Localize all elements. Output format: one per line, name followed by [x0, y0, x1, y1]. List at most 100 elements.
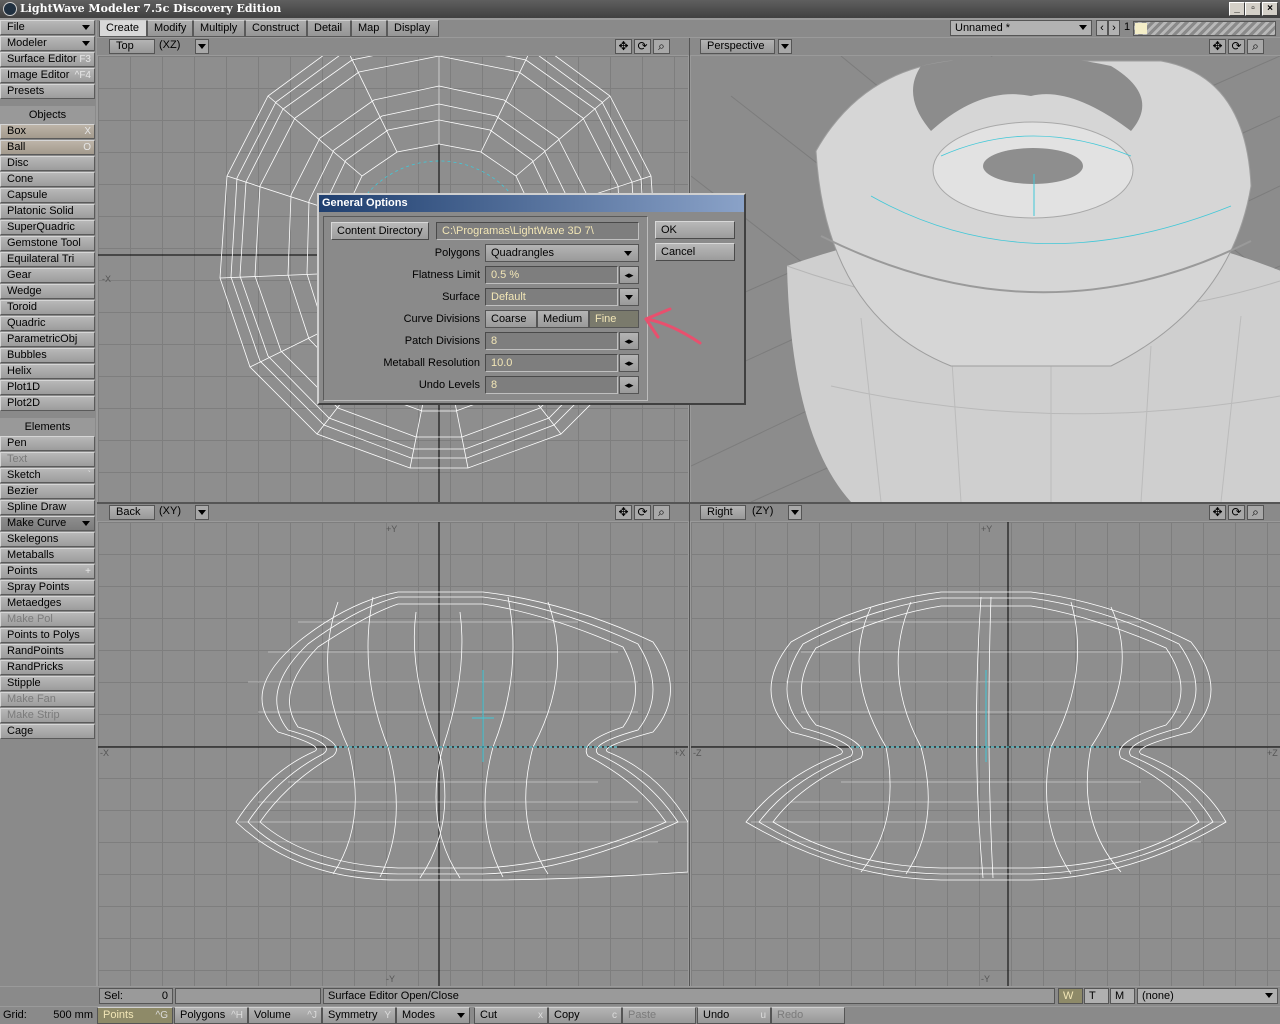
undo-button[interactable]: Undo u — [697, 1007, 771, 1024]
tool-bubbles-button[interactable]: Bubbles — [0, 348, 95, 363]
undo-levels-field[interactable]: 8 — [485, 376, 618, 394]
points-mode-button[interactable]: Points ^G — [97, 1007, 173, 1024]
tool-gear-button[interactable]: Gear — [0, 268, 95, 283]
w-button[interactable]: W — [1058, 988, 1083, 1004]
tool-plot2d-button[interactable]: Plot2D — [0, 396, 95, 411]
tab-modify[interactable]: Modify — [147, 20, 193, 37]
tab-display[interactable]: Display — [387, 20, 439, 37]
tool-platonic-solid-button[interactable]: Platonic Solid — [0, 204, 95, 219]
tool-gemstone-tool-button[interactable]: Gemstone Tool — [0, 236, 95, 251]
metaball-resolution-stepper[interactable]: ◂▸ — [619, 354, 639, 372]
surface-dropdown[interactable] — [619, 288, 639, 306]
surface-field[interactable]: Default — [485, 288, 618, 306]
tool-superquadric-button[interactable]: SuperQuadric — [0, 220, 95, 235]
m-button[interactable]: M — [1110, 988, 1135, 1004]
viewport-divider-horizontal[interactable] — [97, 502, 1280, 504]
cancel-button[interactable]: Cancel — [655, 243, 735, 261]
view-type-dropdown[interactable] — [778, 39, 792, 54]
zoom-icon[interactable]: ⌕ — [1247, 505, 1264, 520]
tool-box-button[interactable]: Box X — [0, 124, 95, 139]
rotate-icon[interactable]: ⟳ — [634, 39, 651, 54]
perspective-view-name[interactable]: Perspective — [700, 39, 775, 54]
tool-randpricks-button[interactable]: RandPricks — [0, 660, 95, 675]
layer-buttons[interactable] — [1133, 21, 1276, 36]
tool-stipple-button[interactable]: Stipple — [0, 676, 95, 691]
polygons-select[interactable]: Quadrangles — [485, 244, 639, 262]
move-icon[interactable]: ✥ — [615, 39, 632, 54]
content-directory-button[interactable]: Content Directory — [331, 222, 429, 240]
tab-create[interactable]: Create — [99, 20, 147, 37]
view-type-dropdown[interactable] — [195, 505, 209, 520]
next-layer-button[interactable]: › — [1108, 20, 1120, 36]
rotate-icon[interactable]: ⟳ — [1228, 505, 1245, 520]
move-icon[interactable]: ✥ — [1209, 39, 1226, 54]
patch-divisions-field[interactable]: 8 — [485, 332, 618, 350]
tool-ball-button[interactable]: Ball O — [0, 140, 95, 155]
tool-bezier-button[interactable]: Bezier — [0, 484, 95, 499]
rotate-icon[interactable]: ⟳ — [1228, 39, 1245, 54]
curve-fine-option[interactable]: Fine — [589, 310, 639, 328]
tool-make-strip-button[interactable]: Make Strip — [0, 708, 95, 723]
image-editor-button[interactable]: Image Editor ^F4 — [0, 68, 95, 83]
tool-skelegons-button[interactable]: Skelegons — [0, 532, 95, 547]
view-type-dropdown[interactable] — [195, 39, 209, 54]
close-button[interactable]: × — [1262, 2, 1278, 16]
tool-disc-button[interactable]: Disc — [0, 156, 95, 171]
tool-sketch-button[interactable]: Sketch ` — [0, 468, 95, 483]
tool-wedge-button[interactable]: Wedge — [0, 284, 95, 299]
flatness-stepper[interactable]: ◂▸ — [619, 266, 639, 284]
surface-select[interactable]: (none) — [1137, 988, 1278, 1004]
redo-button[interactable]: Redo — [771, 1007, 845, 1024]
tool-spray-points-button[interactable]: Spray Points — [0, 580, 95, 595]
tool-randpoints-button[interactable]: RandPoints — [0, 644, 95, 659]
back-view-name[interactable]: Back — [109, 505, 155, 520]
tool-cone-button[interactable]: Cone — [0, 172, 95, 187]
view-type-dropdown[interactable] — [788, 505, 802, 520]
tool-cage-button[interactable]: Cage — [0, 724, 95, 739]
zoom-icon[interactable]: ⌕ — [653, 39, 670, 54]
file-menu[interactable]: File — [0, 20, 95, 35]
modeler-menu[interactable]: Modeler — [0, 36, 95, 51]
tab-detail[interactable]: Detail — [307, 20, 351, 37]
tab-multiply[interactable]: Multiply — [193, 20, 245, 37]
perspective-viewport[interactable] — [691, 56, 1280, 502]
tool-quadric-button[interactable]: Quadric — [0, 316, 95, 331]
volume-mode-button[interactable]: Volume ^J — [248, 1007, 322, 1024]
minimize-button[interactable]: _ — [1229, 2, 1245, 16]
move-icon[interactable]: ✥ — [615, 505, 632, 520]
prev-layer-button[interactable]: ‹ — [1096, 20, 1108, 36]
cut-button[interactable]: Cut x — [474, 1007, 548, 1024]
tool-text-button[interactable]: Text — [0, 452, 95, 467]
ok-button[interactable]: OK — [655, 221, 735, 239]
move-icon[interactable]: ✥ — [1209, 505, 1226, 520]
undo-levels-stepper[interactable]: ◂▸ — [619, 376, 639, 394]
back-viewport[interactable]: +Y -Y -X +X — [98, 522, 688, 986]
content-directory-field[interactable]: C:\Programas\LightWave 3D 7\ — [436, 222, 639, 240]
top-view-name[interactable]: Top — [109, 39, 155, 54]
copy-button[interactable]: Copy c — [548, 1007, 622, 1024]
zoom-icon[interactable]: ⌕ — [653, 505, 670, 520]
tool-make-pol-button[interactable]: Make Pol — [0, 612, 95, 627]
tool-parametricobj-button[interactable]: ParametricObj — [0, 332, 95, 347]
symmetry-button[interactable]: Symmetry Y — [322, 1007, 396, 1024]
tool-plot1d-button[interactable]: Plot1D — [0, 380, 95, 395]
tool-toroid-button[interactable]: Toroid — [0, 300, 95, 315]
tool-helix-button[interactable]: Helix — [0, 364, 95, 379]
flatness-limit-field[interactable]: 0.5 % — [485, 266, 618, 284]
polygons-mode-button[interactable]: Polygons ^H — [174, 1007, 248, 1024]
active-layer-indicator[interactable] — [1135, 23, 1147, 34]
t-button[interactable]: T — [1084, 988, 1109, 1004]
metaball-resolution-field[interactable]: 10.0 — [485, 354, 618, 372]
tool-points-to-polys-button[interactable]: Points to Polys — [0, 628, 95, 643]
presets-button[interactable]: Presets — [0, 84, 95, 99]
tool-make-curve-button[interactable]: Make Curve — [0, 516, 95, 531]
object-select[interactable]: Unnamed * — [950, 20, 1092, 36]
tool-make-fan-button[interactable]: Make Fan — [0, 692, 95, 707]
right-view-name[interactable]: Right — [700, 505, 746, 520]
paste-button[interactable]: Paste — [622, 1007, 696, 1024]
viewport-divider-vertical[interactable] — [689, 38, 690, 986]
tool-pen-button[interactable]: Pen — [0, 436, 95, 451]
patch-divisions-stepper[interactable]: ◂▸ — [619, 332, 639, 350]
modes-dropdown[interactable]: Modes — [396, 1007, 470, 1024]
maximize-button[interactable]: ▫ — [1245, 2, 1261, 16]
